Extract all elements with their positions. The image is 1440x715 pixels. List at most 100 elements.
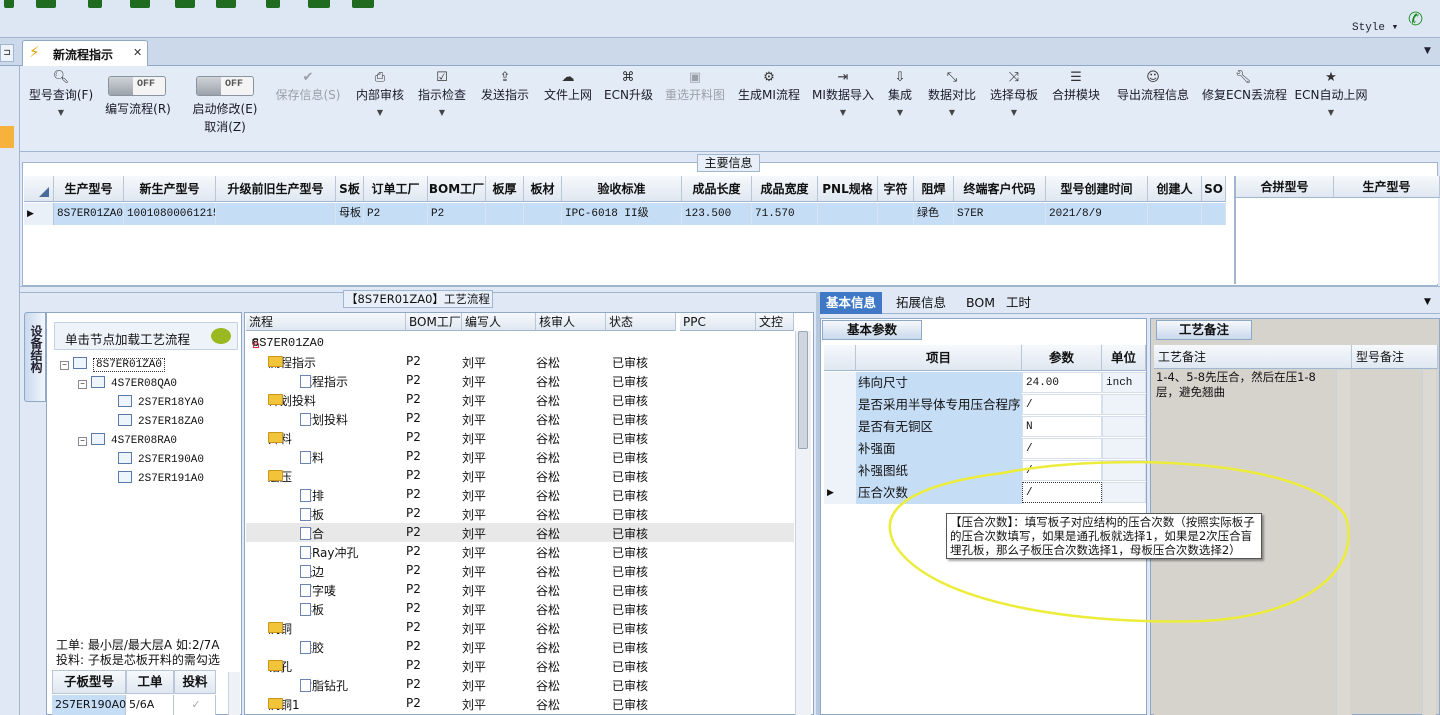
main-col-header[interactable]: 字符	[878, 176, 914, 202]
param-row-indicator[interactable]	[824, 438, 856, 460]
main-col-header[interactable]: 生产型号	[54, 176, 124, 202]
flow-col-header[interactable]: 核审人	[536, 313, 606, 331]
integrate-button[interactable]: ⇩ 集成 ▼	[884, 70, 916, 117]
param-row-indicator[interactable]	[824, 416, 856, 438]
flow-row[interactable]: 除胶 P2 刘平 谷松 已审核	[246, 637, 794, 656]
craft-col-note[interactable]: 工艺备注	[1154, 345, 1352, 369]
close-icon[interactable]: ✕	[133, 46, 142, 59]
param-value-field[interactable]: 24.00	[1022, 372, 1102, 393]
copy-icon[interactable]	[130, 0, 150, 8]
flow-row[interactable]: ⊟ ⌂ 8S7ER01ZA0	[246, 333, 794, 352]
tab-extended-info[interactable]: 拓展信息	[890, 292, 952, 314]
mi-import-button[interactable]: ⇥ MI数据导入 ▼	[810, 70, 876, 117]
main-col-header[interactable]: 升级前旧生产型号	[216, 176, 336, 202]
export-flow-button[interactable]: ☺ 导出流程信息	[1114, 70, 1192, 104]
merge-col-production[interactable]: 生产型号	[1334, 176, 1440, 198]
flow-row[interactable]: 树脂钻孔 P2 刘平 谷松 已审核	[246, 675, 794, 694]
flow-row[interactable]: 开料 P2 刘平 谷松 已审核	[246, 447, 794, 466]
select-mother-button[interactable]: ⤨ 选择母板 ▼	[988, 70, 1040, 117]
edit-flow-toggle[interactable]: OFF	[108, 76, 166, 96]
main-cell[interactable]: 2021/8/9	[1046, 203, 1148, 225]
collapse-icon[interactable]: −	[78, 437, 87, 446]
flow-row[interactable]: ⊟ 层压 P2 刘平 谷松 已审核	[246, 466, 794, 485]
tab-bom[interactable]: BOM	[960, 292, 1001, 314]
flow-col-header[interactable]: 编写人	[462, 313, 536, 331]
grid-corner[interactable]	[24, 176, 54, 202]
main-col-header[interactable]: SO	[1202, 176, 1226, 202]
main-cell[interactable]	[1148, 203, 1202, 225]
monitor-icon[interactable]	[308, 0, 330, 8]
flow-col-header[interactable]: 流程	[246, 313, 406, 331]
param-value-field[interactable]: N	[1022, 416, 1102, 437]
generate-mi-button[interactable]: ⚙ 生成MI流程	[736, 70, 802, 104]
cut-icon[interactable]	[88, 0, 102, 8]
flow-row[interactable]: 排板 P2 刘平 谷松 已审核	[246, 504, 794, 523]
flow-row[interactable]: 烘板 P2 刘平 谷松 已审核	[246, 599, 794, 618]
sub-col-model[interactable]: 子板型号	[52, 670, 126, 694]
paste-icon[interactable]	[175, 0, 195, 8]
flow-col-header[interactable]: PPC	[680, 313, 756, 331]
param-row-indicator[interactable]	[824, 372, 856, 394]
main-cell[interactable]: P2	[364, 203, 428, 225]
start-modify-toggle[interactable]: OFF	[196, 76, 254, 96]
flow-col-header[interactable]: BOM工厂	[406, 313, 462, 331]
param-row-indicator[interactable]	[824, 460, 856, 482]
main-cell[interactable]: 71.570	[752, 203, 818, 225]
grid-icon[interactable]	[216, 0, 236, 8]
flow-scrollbar[interactable]	[795, 331, 811, 715]
data-compare-button[interactable]: ⤡ 数据对比 ▼	[926, 70, 978, 117]
main-cell[interactable]	[216, 203, 336, 225]
flow-row[interactable]: 预排 P2 刘平 谷松 已审核	[246, 485, 794, 504]
collapse-icon[interactable]: −	[78, 380, 87, 389]
main-col-header[interactable]: 成品长度	[682, 176, 752, 202]
phone-icon[interactable]: ✆	[1408, 10, 1428, 30]
param-col-value[interactable]: 参数	[1022, 345, 1102, 371]
feed-checkbox[interactable]: ✓	[174, 695, 216, 715]
main-cell[interactable]	[878, 203, 914, 225]
main-cell[interactable]: IPC-6018 II级	[562, 203, 682, 225]
cancel-label[interactable]: 取消(Z)	[186, 118, 264, 136]
main-cell[interactable]	[524, 203, 562, 225]
undo-icon[interactable]	[4, 0, 14, 8]
main-cell[interactable]: 10010800061215	[124, 203, 216, 225]
flow-row[interactable]: ⊟ 钻孔 P2 刘平 谷松 已审核	[246, 656, 794, 675]
tree-node[interactable]: 2S7ER18ZA0	[118, 414, 204, 428]
param-row-indicator[interactable]	[824, 394, 856, 416]
upload-file-button[interactable]: ☁ 文件上网	[542, 70, 594, 104]
main-col-header[interactable]: BOM工厂	[428, 176, 486, 202]
flow-row[interactable]: ⊟ 沉铜1 P2 刘平 谷松 已审核	[246, 694, 794, 713]
flow-row[interactable]: 计划投料 P2 刘平 谷松 已审核	[246, 409, 794, 428]
main-col-header[interactable]: 新生产型号	[124, 176, 216, 202]
ecn-auto-button[interactable]: ★ ECN自动上网 ▼	[1294, 70, 1368, 117]
tree-node[interactable]: − 4S7ER08RA0	[78, 433, 177, 447]
flow-row[interactable]: X-Ray冲孔 P2 刘平 谷松 已审核	[246, 542, 794, 561]
main-cell[interactable]	[818, 203, 878, 225]
flow-row[interactable]: 流程指示 P2 刘平 谷松 已审核	[246, 371, 794, 390]
main-col-header[interactable]: 成品宽度	[752, 176, 818, 202]
scroll-thumb[interactable]	[798, 331, 808, 449]
save-info-button[interactable]: ✔ 保存信息(S)	[272, 70, 344, 104]
ecn-upgrade-button[interactable]: ⌘ ECN升级	[604, 70, 653, 104]
tree-node[interactable]: 2S7ER190A0	[118, 452, 204, 466]
main-cell[interactable]: S7ER	[954, 203, 1046, 225]
reselect-image-button[interactable]: ▣ 重选开料图	[662, 70, 728, 104]
flow-row[interactable]: ⊟ 沉铜 P2 刘平 谷松 已审核	[246, 618, 794, 637]
main-col-header[interactable]: 创建人	[1148, 176, 1202, 202]
flow-row[interactable]: 压合 P2 刘平 谷松 已审核	[246, 523, 794, 542]
load-process-button[interactable]: 单击节点加载工艺流程	[54, 322, 238, 350]
export-icon[interactable]	[352, 0, 374, 8]
main-col-header[interactable]: S板	[336, 176, 364, 202]
instruction-check-button[interactable]: ☑ 指示检查 ▼	[416, 70, 468, 117]
main-col-header[interactable]: 终端客户代码	[954, 176, 1046, 202]
internal-review-button[interactable]: ⎙ 内部审核 ▼	[354, 70, 406, 117]
merge-col-model[interactable]: 合拼型号	[1236, 176, 1334, 198]
param-col-unit[interactable]: 单位	[1102, 345, 1146, 371]
craft-col-model-note[interactable]: 型号备注	[1352, 345, 1438, 369]
tree-node[interactable]: − 8S7ER01ZA0	[60, 357, 166, 372]
tab-work-hours[interactable]: 工时	[1000, 292, 1037, 314]
tab-device-structure[interactable]: 设备结构	[24, 312, 46, 402]
main-col-header[interactable]: PNL规格	[818, 176, 878, 202]
sub-scrollbar[interactable]	[228, 672, 240, 715]
main-cell[interactable]	[1202, 203, 1226, 225]
send-instruction-button[interactable]: ⇪ 发送指示	[478, 70, 532, 104]
